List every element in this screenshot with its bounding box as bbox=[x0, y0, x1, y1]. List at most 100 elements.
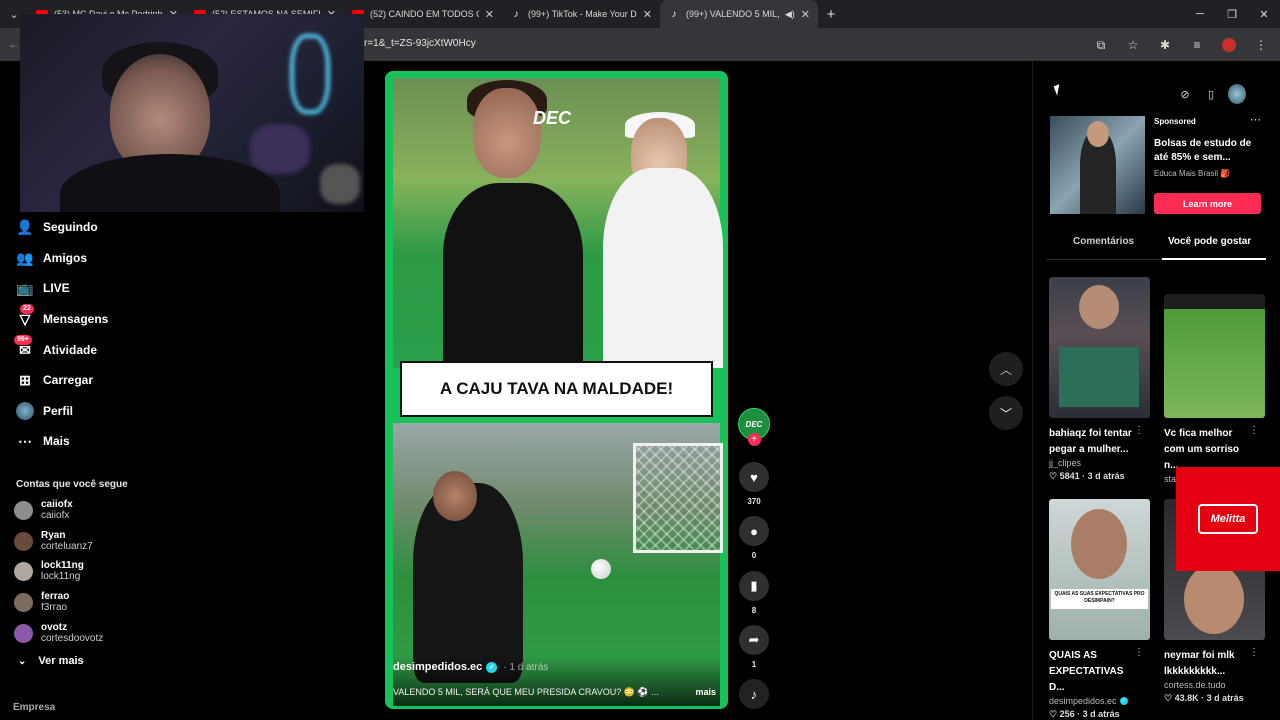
learn-more-button[interactable]: Learn more bbox=[1154, 193, 1261, 214]
see-more-button[interactable]: ⌄ Ver mais bbox=[18, 655, 84, 667]
recommended-video-card[interactable]: QUAIS AS SUAS EXPECTATIVAS PRO DESIMPAIN… bbox=[1049, 499, 1150, 720]
sidebar-item-messages[interactable]: ▽ 22 Mensagens bbox=[16, 304, 109, 332]
sidebar-item-friends[interactable]: 👥 Amigos bbox=[16, 245, 87, 271]
sidebar-item-live[interactable]: 📺 LIVE bbox=[16, 275, 69, 301]
chevron-down-icon: ⌄ bbox=[18, 655, 27, 667]
sidebar-item-upload[interactable]: ⊞ Carregar bbox=[16, 367, 93, 393]
save-button[interactable]: ▮ 8 bbox=[736, 571, 772, 615]
video-thumbnail[interactable] bbox=[1049, 277, 1150, 418]
activity-badge: 99+ bbox=[14, 335, 32, 345]
tab-comments[interactable]: Comentários bbox=[1073, 236, 1134, 256]
sidebar-item-following[interactable]: 👤 Seguindo bbox=[16, 214, 97, 240]
creator-avatar-button[interactable]: DEC + bbox=[736, 408, 772, 446]
live-icon: 📺 bbox=[16, 279, 34, 296]
tab-close-icon[interactable]: ✕ bbox=[801, 8, 810, 21]
compass-icon[interactable]: ⊘ bbox=[1176, 85, 1194, 103]
video-thumbnail[interactable]: QUAIS AS SUAS EXPECTATIVAS PRO DESIMPAIN… bbox=[1049, 499, 1150, 640]
card-title: neymar foi mlk lkkkkkkkkk... bbox=[1164, 650, 1235, 677]
tab-label: (99+) TikTok - Make Your Day bbox=[528, 9, 637, 19]
heart-icon: ♥ bbox=[739, 462, 769, 492]
video-time: · 1 d atrás bbox=[503, 661, 549, 673]
sound-button[interactable]: ♪ bbox=[736, 679, 772, 709]
share-button[interactable]: ➦ 1 bbox=[736, 625, 772, 669]
followed-account[interactable]: ferrao f3rrao bbox=[14, 588, 69, 616]
avatar bbox=[14, 531, 33, 551]
card-more-icon[interactable]: ⋮ bbox=[1134, 647, 1144, 658]
tab-close-icon[interactable]: ✕ bbox=[485, 8, 494, 21]
recommended-video-card[interactable]: bahiaqz foi tentar pegar a mulher... ⋮ j… bbox=[1049, 277, 1150, 482]
footer-company-link[interactable]: Empresa bbox=[13, 702, 55, 713]
next-video-button[interactable]: ﹀ bbox=[989, 396, 1023, 430]
card-author[interactable]: jj_clipes bbox=[1049, 458, 1150, 468]
comment-button[interactable]: ● 0 bbox=[736, 516, 772, 560]
ad-thumbnail[interactable] bbox=[1050, 116, 1145, 214]
video-author[interactable]: desimpedidos.ec ✓ · 1 d atrás bbox=[393, 661, 548, 673]
ad-more-icon[interactable]: ⋯ bbox=[1250, 113, 1261, 126]
sidebar-item-more[interactable]: ⋯ Mais bbox=[16, 428, 70, 454]
panel-divider bbox=[1032, 61, 1033, 720]
thumbnail-caption: QUAIS AS SUAS EXPECTATIVAS PRO DESIMPAIN… bbox=[1051, 589, 1148, 609]
ad-title[interactable]: Bolsas de estudo de até 85% e sem... bbox=[1154, 137, 1264, 165]
sponsored-label: Sponsored bbox=[1154, 117, 1196, 126]
tab-you-may-like[interactable]: Você pode gostar bbox=[1168, 236, 1251, 256]
card-likes: 43.8K bbox=[1174, 693, 1199, 703]
tab-close-icon[interactable]: ✕ bbox=[643, 8, 652, 21]
browser-menu-icon[interactable]: ⋮ bbox=[1250, 34, 1272, 56]
browser-tab-3[interactable]: (52) CAINDO EM TODOS OS G ✕ bbox=[344, 0, 502, 28]
profile-avatar-icon[interactable] bbox=[1218, 34, 1240, 56]
browser-tab-5[interactable]: ♪ (99+) VALENDO 5 MIL, SERÁ ◀) ✕ bbox=[660, 0, 818, 28]
account-handle: corteluanz7 bbox=[41, 541, 93, 552]
speaker-icon[interactable]: ◀) bbox=[785, 9, 795, 20]
sidebar-item-label: Amigos bbox=[43, 251, 88, 265]
address-bar[interactable]: r=1&_t=ZS-93jcXtW0Hcy bbox=[364, 38, 476, 49]
tiktok-icon: ♪ bbox=[513, 8, 519, 20]
phone-icon[interactable]: ▯ bbox=[1202, 85, 1220, 103]
tab-label: (52) CAINDO EM TODOS OS G bbox=[370, 9, 479, 19]
card-more-icon[interactable]: ⋮ bbox=[1134, 425, 1144, 436]
account-name: ovotz bbox=[41, 622, 68, 633]
sidebar-item-label: Atividade bbox=[43, 343, 98, 357]
video-caption: A CAJU TAVA NA MALDADE! bbox=[400, 361, 713, 417]
card-likes: 5841 bbox=[1059, 471, 1080, 481]
previous-video-button[interactable]: ︿ bbox=[989, 352, 1023, 386]
card-title: bahiaqz foi tentar pegar a mulher... bbox=[1049, 428, 1132, 455]
followed-account[interactable]: caiiofx caiiofx bbox=[14, 496, 73, 524]
profile-icon bbox=[16, 402, 34, 420]
account-handle: cortesdoovotz bbox=[41, 633, 104, 644]
restore-icon[interactable]: ❐ bbox=[1216, 0, 1248, 28]
more-link[interactable]: mais bbox=[695, 687, 716, 697]
extensions-icon[interactable]: ✱ bbox=[1154, 34, 1176, 56]
close-window-icon[interactable]: ✕ bbox=[1248, 0, 1280, 28]
bookmark-star-icon[interactable]: ☆ bbox=[1122, 34, 1144, 56]
share-count: 1 bbox=[751, 660, 757, 669]
card-time: 3 d atrás bbox=[1206, 693, 1244, 703]
back-arrow-icon[interactable]: ← bbox=[8, 37, 20, 51]
video-thumbnail[interactable] bbox=[1164, 294, 1265, 418]
media-controls-icon[interactable]: ≡ bbox=[1186, 34, 1208, 56]
melitta-overlay: Melitta bbox=[1176, 467, 1280, 571]
video-overlay-logo: DEC bbox=[533, 108, 572, 128]
follow-plus-icon[interactable]: + bbox=[747, 433, 761, 446]
new-tab-button[interactable]: + bbox=[818, 6, 844, 23]
panel-header-icons: ⊘ ▯ bbox=[1176, 82, 1246, 106]
comment-icon: ● bbox=[739, 516, 769, 546]
followed-account[interactable]: Ryan corteluanz7 bbox=[14, 527, 93, 555]
user-avatar[interactable] bbox=[1228, 84, 1246, 104]
recommended-video-card[interactable]: Vc fica melhor com um sorriso n... ⋮ sta… bbox=[1164, 277, 1265, 484]
sidebar-item-profile[interactable]: Perfil bbox=[16, 398, 73, 424]
minimize-icon[interactable]: ─ bbox=[1184, 0, 1216, 28]
sidebar-item-label: Mensagens bbox=[43, 312, 109, 326]
sidebar-item-label: Mais bbox=[43, 434, 70, 448]
install-app-icon[interactable]: ⧉ bbox=[1090, 34, 1112, 56]
followed-account[interactable]: ovotz cortesdoovotz bbox=[14, 619, 103, 647]
card-author-row[interactable]: desimpedidos.ec ✓ bbox=[1049, 696, 1150, 706]
video-player[interactable]: DEC A CAJU TAVA NA MALDADE! desimpedidos… bbox=[385, 71, 728, 709]
card-more-icon[interactable]: ⋮ bbox=[1249, 425, 1259, 436]
sidebar-item-activity[interactable]: ✉ 99+ Atividade bbox=[14, 335, 98, 363]
messages-icon: ▽ 22 bbox=[16, 304, 34, 328]
browser-tab-4[interactable]: ♪ (99+) TikTok - Make Your Day ✕ bbox=[502, 0, 660, 28]
card-more-icon[interactable]: ⋮ bbox=[1249, 647, 1259, 658]
like-button[interactable]: ♥ 370 bbox=[736, 462, 772, 506]
followed-account[interactable]: lock11ng lock11ng bbox=[14, 557, 84, 585]
card-author[interactable]: cortess.de.tudo bbox=[1164, 680, 1265, 690]
